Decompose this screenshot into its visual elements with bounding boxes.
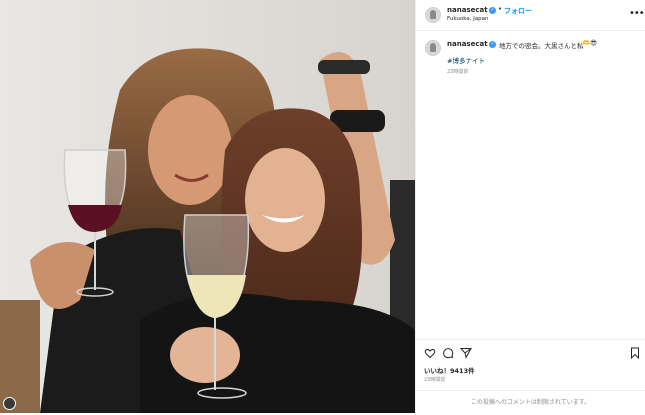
post-header: nanasecat ✓ • フォロー Fukuoka, Japan ••• [416, 0, 645, 31]
like-count[interactable]: いいね！9413件 [424, 365, 475, 375]
author-username[interactable]: nanasecat [447, 6, 488, 14]
caption-hashtag[interactable]: #博多ナイト [447, 55, 485, 65]
comments-disabled-notice: この投稿へのコメントは制限されています。 [416, 390, 645, 415]
share-icon[interactable] [460, 347, 472, 359]
caption-text: 地方での密会。大黒さんと私 [499, 42, 584, 50]
caption-username[interactable]: nanasecat [447, 40, 488, 48]
caption-emoji: 🫶😎 [582, 39, 597, 47]
more-options-icon[interactable]: ••• [629, 8, 645, 19]
comment-icon[interactable] [442, 347, 454, 359]
verified-icon: ✓ [489, 41, 496, 48]
post-photo[interactable] [0, 0, 415, 413]
bookmark-icon[interactable] [629, 347, 641, 359]
caption-author-avatar[interactable] [425, 40, 441, 56]
post-location[interactable]: Fukuoka, Japan [447, 16, 489, 22]
verified-icon: ✓ [489, 7, 496, 14]
post-timestamp: 23時間前 [424, 377, 446, 383]
caption-timestamp: 23時間前 [447, 69, 469, 75]
heart-icon[interactable] [424, 347, 436, 359]
post-side-panel: nanasecat ✓ • フォロー Fukuoka, Japan ••• na… [415, 0, 645, 413]
follow-button[interactable]: フォロー [504, 6, 532, 16]
post-actions: いいね！9413件 23時間前 この投稿へのコメントは制限されています。 [416, 339, 645, 414]
author-avatar[interactable] [425, 7, 441, 23]
profile-avatar-bottom[interactable] [3, 397, 16, 410]
separator-dot: • [498, 5, 503, 13]
photo-illustration [0, 0, 415, 413]
